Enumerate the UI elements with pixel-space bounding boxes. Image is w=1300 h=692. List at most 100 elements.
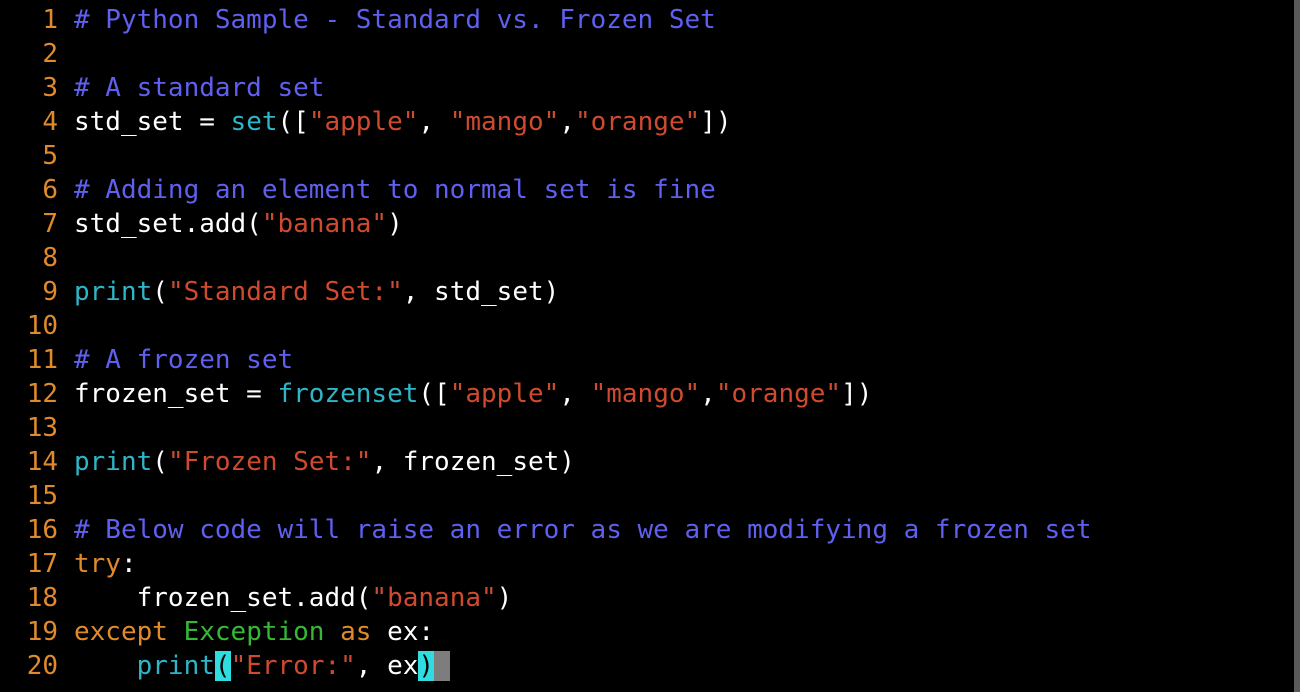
code-token-comment: # Adding an element to normal set is fin… bbox=[74, 175, 716, 205]
code-token-keyword: try bbox=[74, 549, 121, 579]
code-token-plain: , bbox=[700, 379, 716, 409]
code-token-builtin: set bbox=[230, 107, 278, 137]
line-code[interactable]: except Exception as ex: bbox=[74, 615, 434, 649]
code-line[interactable]: 10 bbox=[0, 309, 1300, 343]
code-token-plain: ) bbox=[496, 583, 513, 613]
line-code[interactable]: frozen_set.add("banana") bbox=[74, 581, 513, 615]
code-line[interactable]: 7 std_set.add("banana") bbox=[0, 207, 1300, 241]
code-token-keyword: as bbox=[340, 617, 372, 647]
code-token-string: "Frozen Set:" bbox=[167, 447, 372, 477]
code-token-string: "banana" bbox=[371, 583, 497, 613]
code-token-comment: # Python Sample - Standard vs. Frozen Se… bbox=[74, 5, 716, 35]
line-number: 2 bbox=[42, 39, 58, 69]
line-number: 17 bbox=[26, 549, 58, 579]
matched-bracket: ( bbox=[214, 651, 231, 681]
code-editor[interactable]: 1 # Python Sample - Standard vs. Frozen S… bbox=[0, 0, 1300, 692]
code-token-string: "Error:" bbox=[230, 651, 356, 681]
line-code[interactable]: print("Standard Set:", std_set) bbox=[74, 275, 559, 309]
window-edge bbox=[1294, 0, 1300, 692]
line-number: 3 bbox=[42, 73, 58, 103]
code-token-builtin: print bbox=[74, 277, 153, 307]
code-token-plain: frozen_set.add( bbox=[74, 583, 372, 613]
code-token-plain: ex: bbox=[371, 617, 435, 647]
code-line[interactable]: 1 # Python Sample - Standard vs. Frozen S… bbox=[0, 3, 1300, 37]
code-line[interactable]: 4 std_set = set(["apple", "mango","orange… bbox=[0, 105, 1300, 139]
line-code[interactable]: print("Error:", ex) bbox=[74, 649, 451, 683]
line-number: 1 bbox=[42, 5, 58, 35]
line-number: 16 bbox=[26, 515, 58, 545]
editor-lines: 1 # Python Sample - Standard vs. Frozen S… bbox=[0, 3, 1300, 683]
code-token-comment: # A frozen set bbox=[74, 345, 294, 375]
code-token-plain: ) bbox=[387, 209, 403, 239]
code-token-string: "apple" bbox=[449, 379, 560, 409]
code-token-plain: , bbox=[559, 379, 591, 409]
code-line[interactable]: 14 print("Frozen Set:", frozen_set) bbox=[0, 445, 1300, 479]
code-token-plain: ( bbox=[152, 277, 168, 307]
line-number: 18 bbox=[26, 583, 58, 613]
line-number: 11 bbox=[26, 345, 58, 375]
line-code[interactable]: # Below code will raise an error as we a… bbox=[74, 513, 1091, 547]
line-code[interactable]: std_set = set(["apple", "mango","orange"… bbox=[74, 105, 732, 139]
code-token-class: Exception bbox=[183, 617, 325, 647]
line-code[interactable]: frozen_set = frozenset(["apple", "mango"… bbox=[74, 377, 872, 411]
code-token-string: "mango" bbox=[590, 379, 701, 409]
code-line[interactable]: 3 # A standard set bbox=[0, 71, 1300, 105]
code-token-plain: , std_set) bbox=[402, 277, 560, 307]
code-token-plain: ([ bbox=[277, 107, 309, 137]
code-token-plain: , bbox=[559, 107, 575, 137]
code-line[interactable]: 11 # A frozen set bbox=[0, 343, 1300, 377]
line-number: 5 bbox=[42, 141, 58, 171]
code-token-string: "orange" bbox=[715, 379, 842, 409]
line-number: 13 bbox=[26, 413, 58, 443]
code-token-plain: : bbox=[120, 549, 137, 579]
code-token-string: "Standard Set:" bbox=[167, 277, 403, 307]
code-line[interactable]: 16 # Below code will raise an error as we… bbox=[0, 513, 1300, 547]
code-token-plain: , frozen_set) bbox=[371, 447, 575, 477]
line-number: 8 bbox=[42, 243, 58, 273]
code-line[interactable]: 9 print("Standard Set:", std_set) bbox=[0, 275, 1300, 309]
code-line[interactable]: 13 bbox=[0, 411, 1300, 445]
line-number: 10 bbox=[26, 311, 58, 341]
code-token-string: "banana" bbox=[261, 209, 388, 239]
code-token-plain: std_set = bbox=[74, 107, 231, 137]
code-line[interactable]: 20 print("Error:", ex) bbox=[0, 649, 1300, 683]
code-line[interactable]: 15 bbox=[0, 479, 1300, 513]
line-code[interactable]: std_set.add("banana") bbox=[74, 207, 403, 241]
line-number: 20 bbox=[26, 651, 58, 681]
code-token-string: "apple" bbox=[308, 107, 419, 137]
line-number: 4 bbox=[42, 107, 58, 137]
line-code[interactable]: # A frozen set bbox=[74, 343, 293, 377]
text-cursor bbox=[434, 650, 451, 681]
code-token-plain: ([ bbox=[418, 379, 450, 409]
code-line[interactable]: 19 except Exception as ex: bbox=[0, 615, 1300, 649]
code-token-builtin: frozenset bbox=[277, 379, 419, 409]
code-token-string: "orange" bbox=[574, 107, 701, 137]
code-token-builtin: print bbox=[74, 447, 153, 477]
code-token-plain: ]) bbox=[841, 379, 873, 409]
code-token-comment: # A standard set bbox=[74, 73, 325, 103]
code-token-plain: , ex bbox=[355, 651, 419, 681]
code-token-string: "mango" bbox=[449, 107, 560, 137]
code-line[interactable]: 8 bbox=[0, 241, 1300, 275]
line-number: 12 bbox=[26, 379, 58, 409]
matched-bracket: ) bbox=[418, 651, 435, 681]
line-code[interactable]: # Adding an element to normal set is fin… bbox=[74, 173, 716, 207]
code-line[interactable]: 6 # Adding an element to normal set is fi… bbox=[0, 173, 1300, 207]
code-line[interactable]: 18 frozen_set.add("banana") bbox=[0, 581, 1300, 615]
code-line[interactable]: 5 bbox=[0, 139, 1300, 173]
code-line[interactable]: 2 bbox=[0, 37, 1300, 71]
line-number: 15 bbox=[26, 481, 58, 511]
line-code[interactable]: # A standard set bbox=[74, 71, 324, 105]
line-code[interactable]: print("Frozen Set:", frozen_set) bbox=[74, 445, 575, 479]
code-token-plain: ]) bbox=[700, 107, 732, 137]
line-number: 6 bbox=[42, 175, 58, 205]
code-token-plain: frozen_set = bbox=[74, 379, 278, 409]
line-code[interactable]: # Python Sample - Standard vs. Frozen Se… bbox=[74, 3, 716, 37]
line-code[interactable]: try: bbox=[74, 547, 137, 581]
code-line[interactable]: 17 try: bbox=[0, 547, 1300, 581]
code-line[interactable]: 12 frozen_set = frozenset(["apple", "mang… bbox=[0, 377, 1300, 411]
line-number: 14 bbox=[26, 447, 58, 477]
